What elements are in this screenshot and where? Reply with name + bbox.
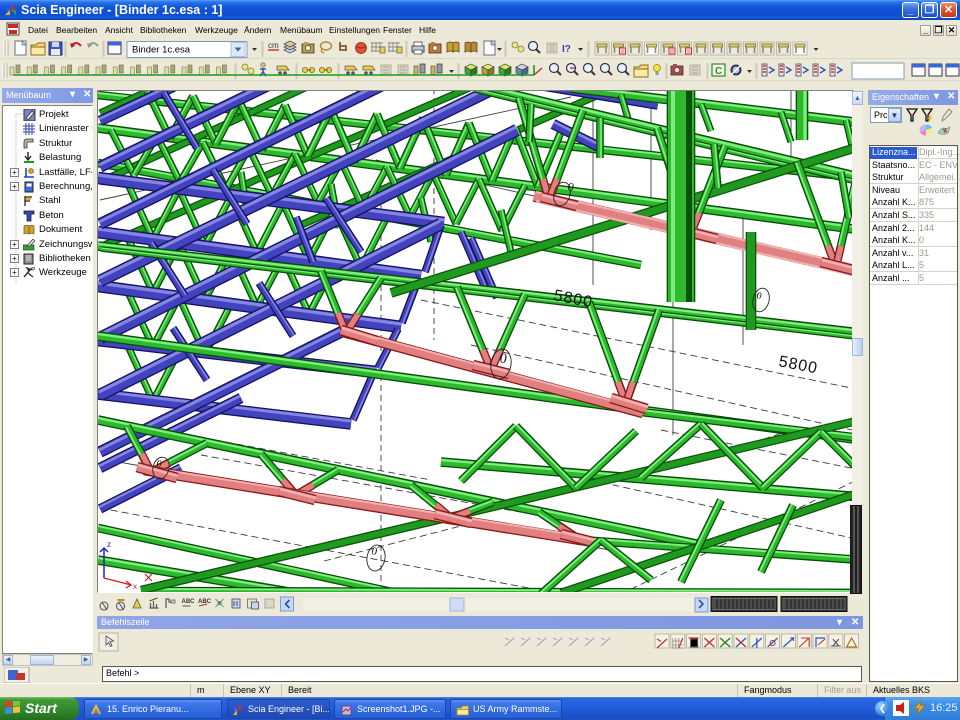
svg-text:0: 0 <box>370 545 378 558</box>
svg-text:x: x <box>133 582 137 591</box>
svg-text:C: C <box>715 66 722 77</box>
svg-text:cm: cm <box>268 41 279 50</box>
svg-text:I?: I? <box>562 44 571 55</box>
svg-text:z: z <box>107 540 111 549</box>
svg-text:ABC: ABC <box>182 599 196 605</box>
svg-text:5800: 5800 <box>552 287 594 311</box>
svg-text:Binder 1c.esa: Binder 1c.esa <box>132 45 191 56</box>
